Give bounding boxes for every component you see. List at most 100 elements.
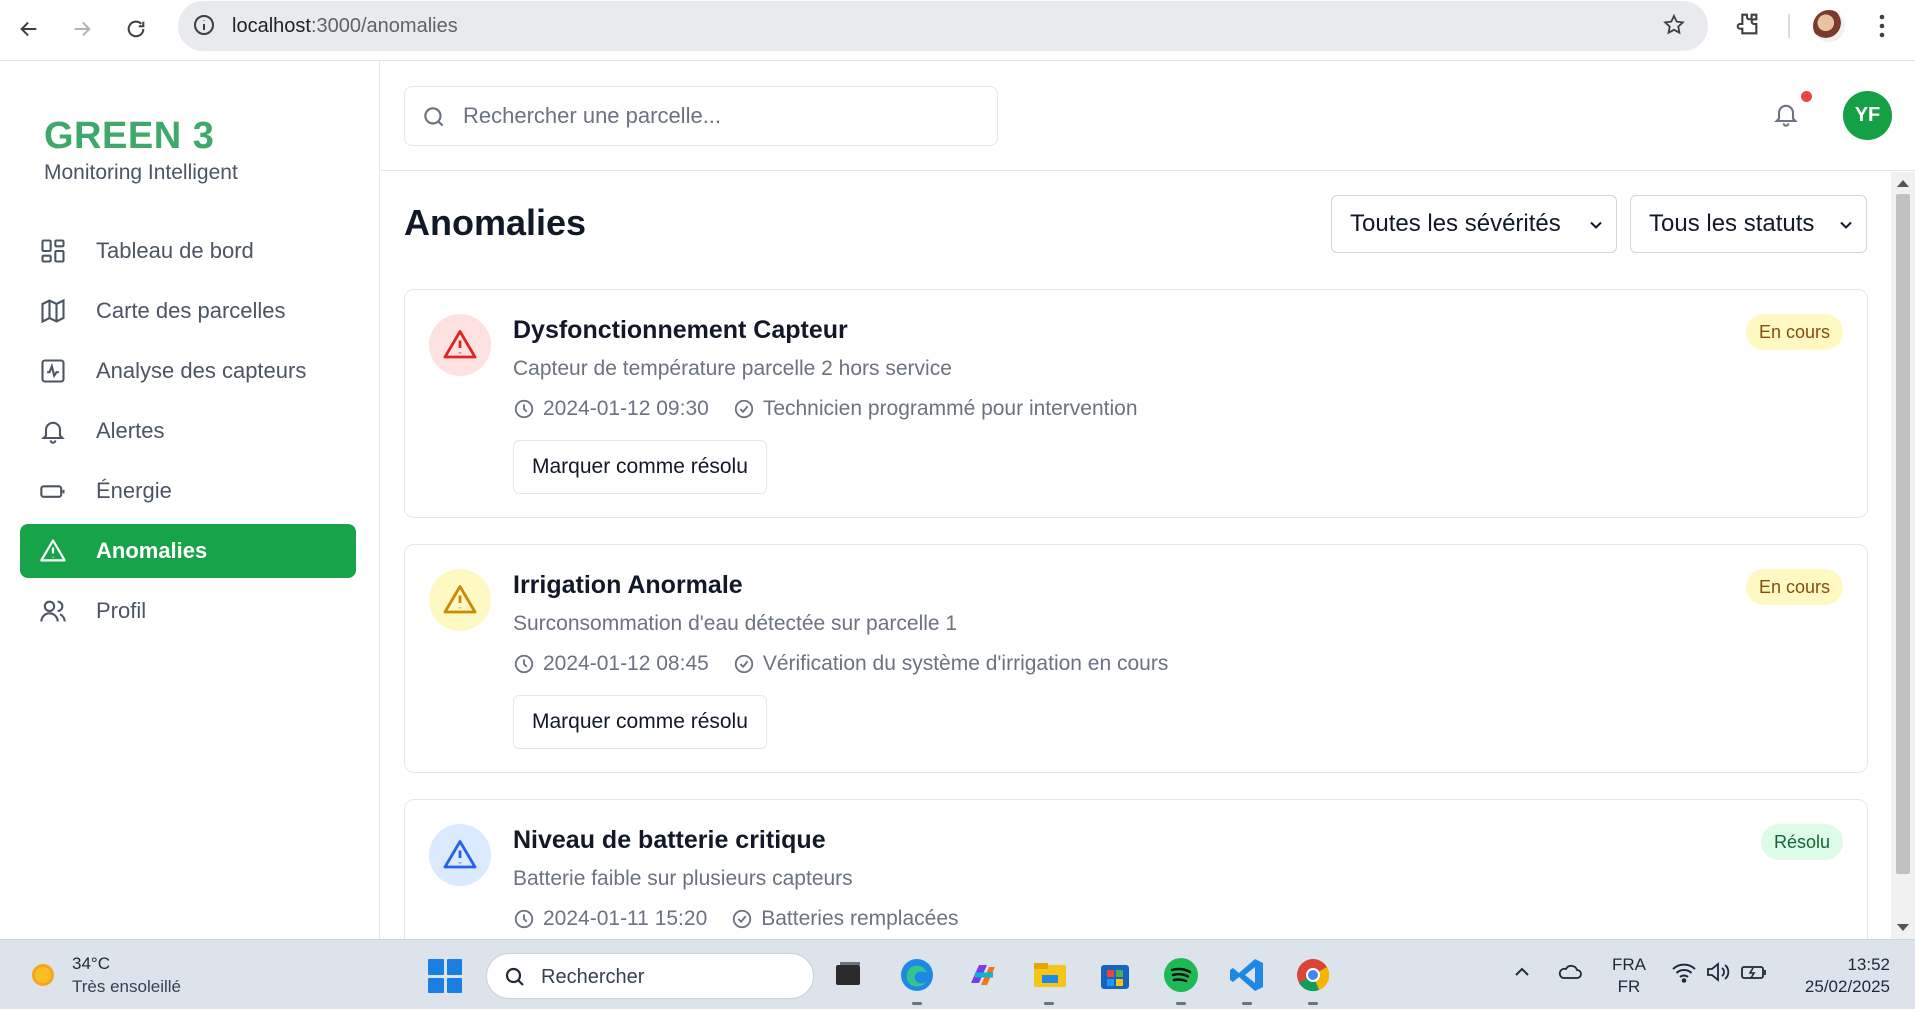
sidebar-item-dashboard[interactable]: Tableau de bord <box>20 224 356 278</box>
app-running-indicator <box>1044 1002 1054 1005</box>
taskbar-search-label: Rechercher <box>541 966 645 988</box>
sidebar-item-label: Anomalies <box>96 538 208 563</box>
severity-filter-select[interactable]: Toutes les sévérités <box>1331 195 1617 253</box>
warning-icon <box>443 585 477 614</box>
search-box <box>404 86 998 146</box>
chrome-icon[interactable] <box>1293 955 1333 995</box>
anomaly-card: Dysfonctionnement Capteur Capteur de tem… <box>404 289 1868 518</box>
check-circle-icon <box>734 399 753 419</box>
extensions-icon[interactable] <box>1733 10 1761 43</box>
bell-icon <box>38 416 68 446</box>
taskbar-search[interactable]: Rechercher <box>486 953 814 999</box>
browser-toolbar: localhost:3000/anomalies <box>0 0 1915 61</box>
anomaly-description: Batterie faible sur plusieurs capteurs <box>513 867 853 890</box>
notification-dot <box>1801 91 1812 102</box>
notifications-bell-icon[interactable] <box>1772 100 1800 133</box>
scroll-down-arrow[interactable] <box>1897 924 1909 931</box>
toolbar-divider <box>1788 14 1790 38</box>
scrollbar-thumb[interactable] <box>1896 194 1910 874</box>
severity-badge <box>429 824 491 886</box>
status-filter-select[interactable]: Tous les statuts <box>1630 195 1867 253</box>
input-language[interactable]: FRA FR <box>1612 954 1646 998</box>
spotify-icon[interactable] <box>1161 955 1201 995</box>
wifi-icon[interactable] <box>1671 960 1697 989</box>
page-scrollbar[interactable] <box>1891 172 1915 939</box>
anomaly-timestamp: 2024-01-12 09:30 <box>513 397 709 421</box>
site-info-icon[interactable] <box>192 13 216 42</box>
chevron-down-icon <box>1586 214 1606 242</box>
mark-resolved-button[interactable]: Marquer comme résolu <box>513 695 767 749</box>
sidebar-item-energy[interactable]: Énergie <box>20 464 356 518</box>
os-taskbar: 34°C Très ensoleillé Rechercher FRA FR 1… <box>0 939 1915 1009</box>
mark-resolved-button[interactable]: Marquer comme résolu <box>513 440 767 494</box>
clock-icon <box>514 654 534 674</box>
app-header: YF <box>381 61 1915 171</box>
windows-start-icon[interactable] <box>428 959 462 993</box>
clock-icon <box>514 399 534 419</box>
chevron-down-icon <box>1836 214 1856 242</box>
url-text: localhost:3000/anomalies <box>232 15 458 37</box>
warning-icon <box>443 330 477 359</box>
sidebar-item-anomalies[interactable]: Anomalies <box>20 524 356 578</box>
check-circle-icon <box>733 909 752 929</box>
weather-temperature[interactable]: 34°C <box>72 954 110 974</box>
anomaly-description: Capteur de température parcelle 2 hors s… <box>513 357 952 380</box>
reload-icon[interactable] <box>118 11 154 47</box>
app-running-indicator <box>1242 1002 1252 1005</box>
address-bar[interactable]: localhost:3000/anomalies <box>178 1 1708 51</box>
map-icon <box>38 296 68 326</box>
sidebar-menu: Tableau de bord Carte des parcelles Anal… <box>20 224 356 644</box>
users-icon <box>38 596 68 626</box>
sidebar-item-map[interactable]: Carte des parcelles <box>20 284 356 338</box>
app-running-indicator <box>1308 1002 1318 1005</box>
warning-icon <box>443 840 477 869</box>
battery-icon <box>38 476 68 506</box>
browser-menu-icon[interactable] <box>1870 12 1894 45</box>
brand-logo[interactable]: GREEN 3 <box>44 115 214 158</box>
back-icon[interactable] <box>11 11 47 47</box>
browser-profile-avatar[interactable] <box>1813 10 1845 42</box>
sidebar: GREEN 3 Monitoring Intelligent Tableau d… <box>0 61 380 939</box>
anomaly-description: Surconsommation d'eau détectée sur parce… <box>513 612 958 635</box>
anomaly-title: Dysfonctionnement Capteur <box>513 316 848 344</box>
system-clock[interactable]: 13:52 25/02/2025 <box>1790 954 1890 998</box>
anomaly-meta: 2024-01-12 09:30 Technicien programmé po… <box>513 397 1162 421</box>
onedrive-cloud-icon[interactable] <box>1556 960 1584 989</box>
search-input[interactable] <box>463 97 983 135</box>
sidebar-item-alerts[interactable]: Alertes <box>20 404 356 458</box>
microsoft-store-icon[interactable] <box>1095 955 1135 995</box>
severity-badge <box>429 314 491 376</box>
bookmark-star-icon[interactable] <box>1662 13 1686 42</box>
sidebar-item-profile[interactable]: Profil <box>20 584 356 638</box>
status-filter-value: Tous les statuts <box>1649 210 1815 237</box>
anomaly-action: Vérification du système d'irrigation en … <box>733 652 1168 676</box>
sun-weather-icon[interactable] <box>26 958 60 992</box>
sidebar-item-label: Énergie <box>96 478 172 503</box>
status-badge: En cours <box>1745 314 1843 350</box>
anomaly-action: Batteries remplacées <box>731 907 959 931</box>
app-running-indicator <box>1176 1002 1186 1005</box>
volume-icon[interactable] <box>1705 960 1731 989</box>
brand-tagline: Monitoring Intelligent <box>44 161 238 184</box>
anomaly-title: Irrigation Anormale <box>513 571 743 599</box>
copilot-icon[interactable] <box>963 955 1003 995</box>
vscode-icon[interactable] <box>1227 955 1267 995</box>
anomaly-card: Irrigation Anormale Surconsommation d'ea… <box>404 544 1868 773</box>
search-icon <box>421 104 447 135</box>
edge-browser-icon[interactable] <box>897 955 937 995</box>
sidebar-item-label: Analyse des capteurs <box>96 358 307 383</box>
page-title: Anomalies <box>404 202 587 243</box>
sidebar-item-label: Carte des parcelles <box>96 298 286 323</box>
battery-charging-icon[interactable] <box>1740 960 1768 989</box>
status-badge: En cours <box>1745 569 1843 605</box>
chevron-up-icon[interactable] <box>1510 960 1534 989</box>
weather-description[interactable]: Très ensoleillé <box>72 977 181 997</box>
sidebar-item-sensors[interactable]: Analyse des capteurs <box>20 344 356 398</box>
activity-icon <box>38 356 68 386</box>
file-explorer-icon[interactable] <box>1030 955 1070 995</box>
forward-icon[interactable] <box>64 11 100 47</box>
task-view-icon[interactable] <box>828 955 868 995</box>
scroll-up-arrow[interactable] <box>1897 180 1909 187</box>
anomaly-timestamp: 2024-01-12 08:45 <box>513 652 709 676</box>
user-avatar[interactable]: YF <box>1843 91 1892 140</box>
